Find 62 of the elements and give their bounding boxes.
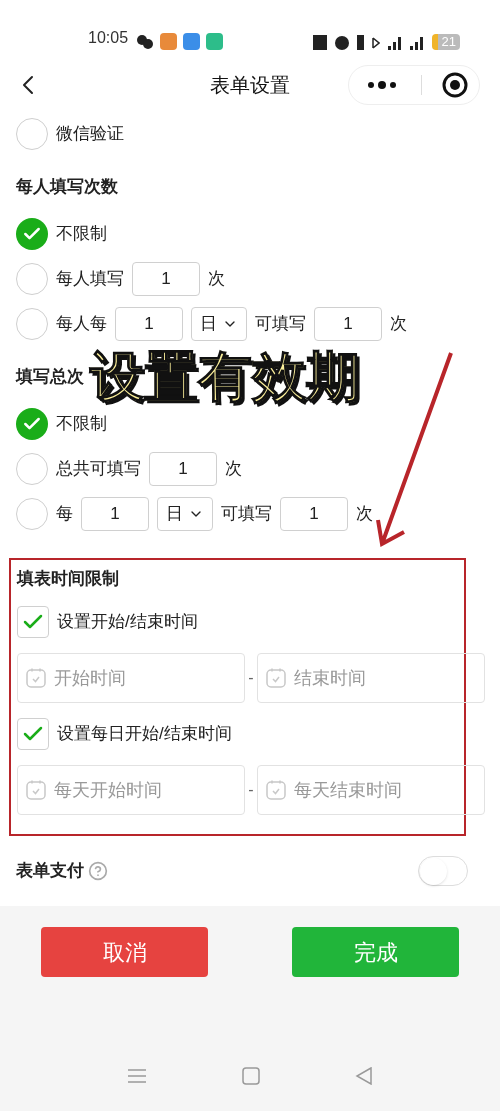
- setting-label: 表单支付: [16, 860, 84, 883]
- home-icon[interactable]: [242, 1067, 260, 1085]
- calendar-icon: [25, 779, 47, 801]
- calendar-icon: [265, 667, 287, 689]
- option-label: 每人每: [56, 312, 107, 335]
- checkbox[interactable]: [17, 718, 49, 750]
- radio-button[interactable]: [16, 262, 48, 295]
- count-input[interactable]: 1: [115, 306, 183, 341]
- time-field[interactable]: 结束时间: [257, 653, 485, 703]
- option-label: 次: [208, 267, 225, 290]
- option-label: 不限制: [56, 222, 107, 245]
- option-label: 每: [56, 502, 73, 525]
- count-input[interactable]: 1: [81, 496, 149, 531]
- period-select[interactable]: 日: [157, 496, 213, 531]
- radio-button[interactable]: [16, 452, 48, 485]
- checkbox-label: 设置每日开始/结束时间: [57, 723, 232, 746]
- section-heading: 填表时间限制: [17, 568, 120, 590]
- section-heading: 每人填写次数: [16, 176, 118, 198]
- option-label: 可填写: [255, 312, 306, 335]
- section-heading: 填写总次: [16, 366, 84, 388]
- range-separator: -: [247, 780, 255, 800]
- help-icon[interactable]: [88, 861, 108, 881]
- cancel-button[interactable]: 取消: [41, 927, 208, 977]
- time-field[interactable]: 开始时间: [17, 653, 245, 703]
- option-label: 每人填写: [56, 267, 124, 290]
- checkbox[interactable]: [17, 606, 49, 638]
- count-input[interactable]: 1: [314, 306, 382, 341]
- more-icon: [367, 80, 397, 90]
- option-label: 次: [390, 312, 407, 335]
- signal-icon: [409, 35, 424, 50]
- calendar-icon: [265, 779, 287, 801]
- option-label: 不限制: [56, 412, 107, 435]
- option-label: 微信验证: [56, 122, 124, 145]
- battery-indicator: 21: [431, 34, 460, 50]
- count-input[interactable]: 1: [132, 261, 200, 296]
- signal-icon: [387, 35, 402, 50]
- toggle-switch[interactable]: [418, 856, 468, 886]
- period-select[interactable]: 日: [191, 306, 247, 341]
- radio-selected[interactable]: [16, 407, 48, 440]
- range-separator: -: [247, 668, 255, 688]
- app-icon: [206, 33, 224, 50]
- radio-button[interactable]: [16, 307, 48, 340]
- option-label: 总共可填写: [56, 457, 141, 480]
- time-field[interactable]: 每天结束时间: [257, 765, 485, 815]
- page-title: 表单设置: [210, 73, 290, 98]
- checkbox-label: 设置开始/结束时间: [57, 611, 198, 634]
- count-input[interactable]: 1: [280, 496, 348, 531]
- clock: 10:05: [88, 28, 129, 48]
- overlay-caption: 设置有效期: [90, 346, 361, 406]
- radio-button[interactable]: [16, 497, 48, 530]
- count-input[interactable]: 1: [149, 451, 217, 486]
- calendar-icon: [25, 667, 47, 689]
- time-field[interactable]: 每天开始时间: [17, 765, 245, 815]
- close-target-icon: [442, 72, 468, 98]
- radio-selected[interactable]: [16, 217, 48, 250]
- app-icon: [160, 33, 178, 50]
- menu-icon[interactable]: [127, 1068, 148, 1084]
- option-label: 可填写: [221, 502, 272, 525]
- radio-button[interactable]: [16, 117, 48, 150]
- back-nav-icon[interactable]: [354, 1067, 373, 1085]
- option-label: 次: [356, 502, 373, 525]
- option-label: 次: [225, 457, 242, 480]
